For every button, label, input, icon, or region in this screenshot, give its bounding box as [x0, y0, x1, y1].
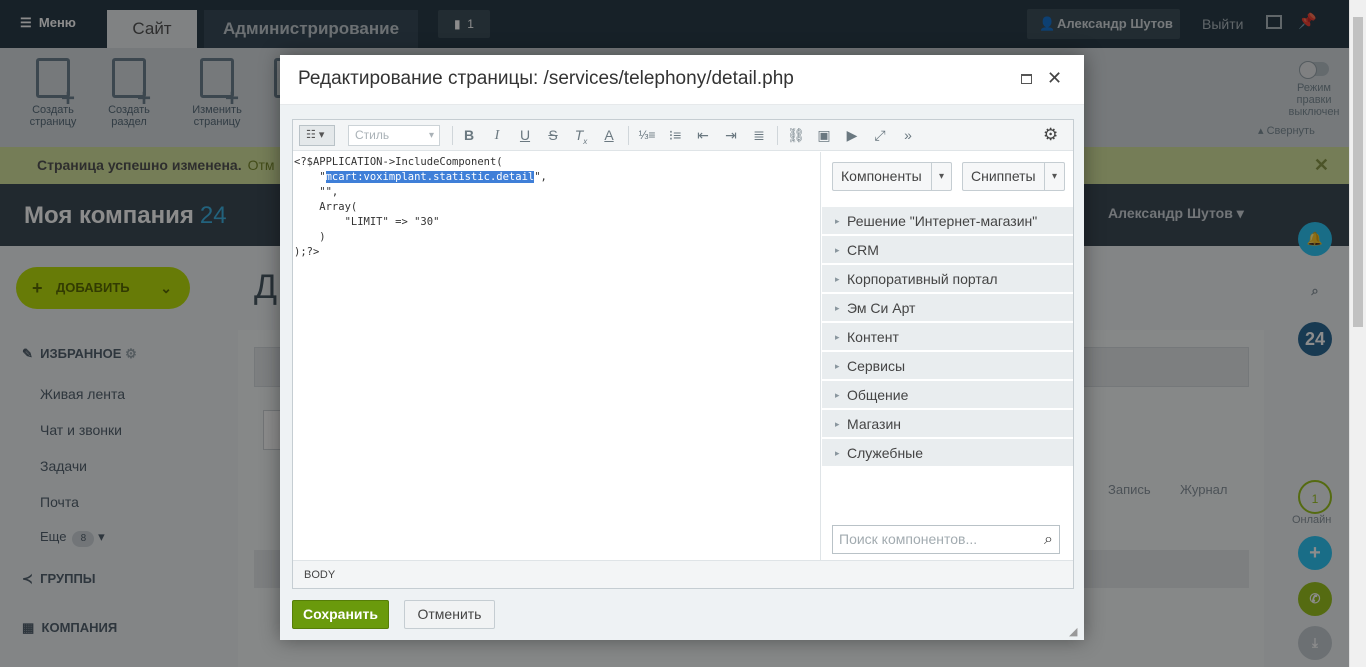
editor-mode-button[interactable]: ☷ ▾: [299, 125, 335, 146]
component-group[interactable]: ▸ Эм Си Арт: [822, 294, 1073, 322]
link-icon[interactable]: ⛓: [785, 125, 807, 146]
dialog-body: ☷ ▾ Стиль B I U S Tx A ⅓≡ ⁝≡ ⇤ ⇥ ≣ ⛓ ▣ ▶…: [280, 105, 1084, 640]
editor-toolbar: ☷ ▾ Стиль B I U S Tx A ⅓≡ ⁝≡ ⇤ ⇥ ≣ ⛓ ▣ ▶…: [293, 120, 1073, 151]
save-button[interactable]: Сохранить: [292, 600, 389, 629]
maximize-icon[interactable]: [1021, 74, 1032, 84]
gear-icon[interactable]: ⚙: [1043, 125, 1058, 145]
chevron-right-icon: ▸: [835, 332, 840, 342]
chevron-right-icon: ▸: [835, 419, 840, 429]
html-editor: ☷ ▾ Стиль B I U S Tx A ⅓≡ ⁝≡ ⇤ ⇥ ≣ ⛓ ▣ ▶…: [292, 119, 1074, 589]
component-group[interactable]: ▸ Контент: [822, 323, 1073, 351]
align-icon[interactable]: ≣: [748, 125, 770, 146]
video-icon[interactable]: ▶: [841, 125, 863, 146]
chevron-down-icon[interactable]: ▾: [931, 163, 951, 190]
strikethrough-icon[interactable]: S: [542, 125, 564, 146]
chevron-right-icon: ▸: [835, 303, 840, 313]
more-icon[interactable]: »: [897, 125, 919, 146]
components-panel: Компоненты ▾ Сниппеты ▾ ▸ Решение "Интернет…: [822, 152, 1073, 560]
image-icon[interactable]: ▣: [813, 125, 835, 146]
bold-icon[interactable]: B: [458, 125, 480, 146]
component-group[interactable]: ▸ Сервисы: [822, 352, 1073, 380]
component-group[interactable]: ▸ Общение: [822, 381, 1073, 409]
tag-path[interactable]: BODY: [304, 569, 335, 581]
snippets-button[interactable]: Сниппеты ▾: [962, 162, 1065, 191]
text-color-icon[interactable]: A: [598, 125, 620, 146]
style-select[interactable]: Стиль: [348, 125, 440, 146]
code-mode-icon: ☷: [306, 129, 316, 141]
ordered-list-icon[interactable]: ⅓≡: [636, 125, 658, 146]
code-editor[interactable]: <?$APPLICATION->IncludeComponent( "mcart…: [293, 152, 821, 560]
components-button[interactable]: Компоненты ▾: [832, 162, 952, 191]
edit-page-dialog: Редактирование страницы: /services/telep…: [280, 55, 1084, 640]
component-group[interactable]: ▸ Корпоративный портал: [822, 265, 1073, 293]
dialog-title: Редактирование страницы: /services/telep…: [298, 68, 794, 89]
fullscreen-icon[interactable]: ⤢: [869, 125, 891, 146]
cancel-button[interactable]: Отменить: [404, 600, 495, 629]
component-search-input[interactable]: Поиск компонентов... ⌕: [832, 525, 1060, 554]
component-group[interactable]: ▸ CRM: [822, 236, 1073, 264]
chevron-right-icon: ▸: [835, 245, 840, 255]
scrollbar-thumb[interactable]: [1353, 17, 1363, 327]
editor-status-bar: BODY: [293, 560, 1073, 588]
resize-handle[interactable]: ◢: [1069, 625, 1077, 638]
italic-icon[interactable]: I: [486, 125, 508, 146]
toolbar-divider: [452, 126, 453, 145]
remove-format-icon[interactable]: Tx: [570, 125, 592, 146]
chevron-right-icon: ▸: [835, 361, 840, 371]
unordered-list-icon[interactable]: ⁝≡: [664, 125, 686, 146]
toolbar-divider: [777, 126, 778, 145]
outdent-icon[interactable]: ⇤: [692, 125, 714, 146]
chevron-right-icon: ▸: [835, 448, 840, 458]
search-icon[interactable]: ⌕: [1044, 526, 1053, 553]
selected-text: mcart:voximplant.statistic.detail: [325, 171, 535, 183]
chevron-right-icon: ▸: [835, 390, 840, 400]
component-group[interactable]: ▸ Магазин: [822, 410, 1073, 438]
page-scrollbar[interactable]: [1349, 0, 1366, 667]
chevron-right-icon: ▸: [835, 216, 840, 226]
chevron-down-icon[interactable]: ▾: [1044, 163, 1064, 190]
indent-icon[interactable]: ⇥: [720, 125, 742, 146]
component-group[interactable]: ▸ Служебные: [822, 439, 1073, 467]
close-icon[interactable]: ✕: [1047, 68, 1062, 89]
underline-icon[interactable]: U: [514, 125, 536, 146]
chevron-right-icon: ▸: [835, 274, 840, 284]
dialog-header[interactable]: Редактирование страницы: /services/telep…: [280, 55, 1084, 105]
toolbar-divider: [628, 126, 629, 145]
component-group[interactable]: ▸ Решение "Интернет-магазин": [822, 207, 1073, 235]
